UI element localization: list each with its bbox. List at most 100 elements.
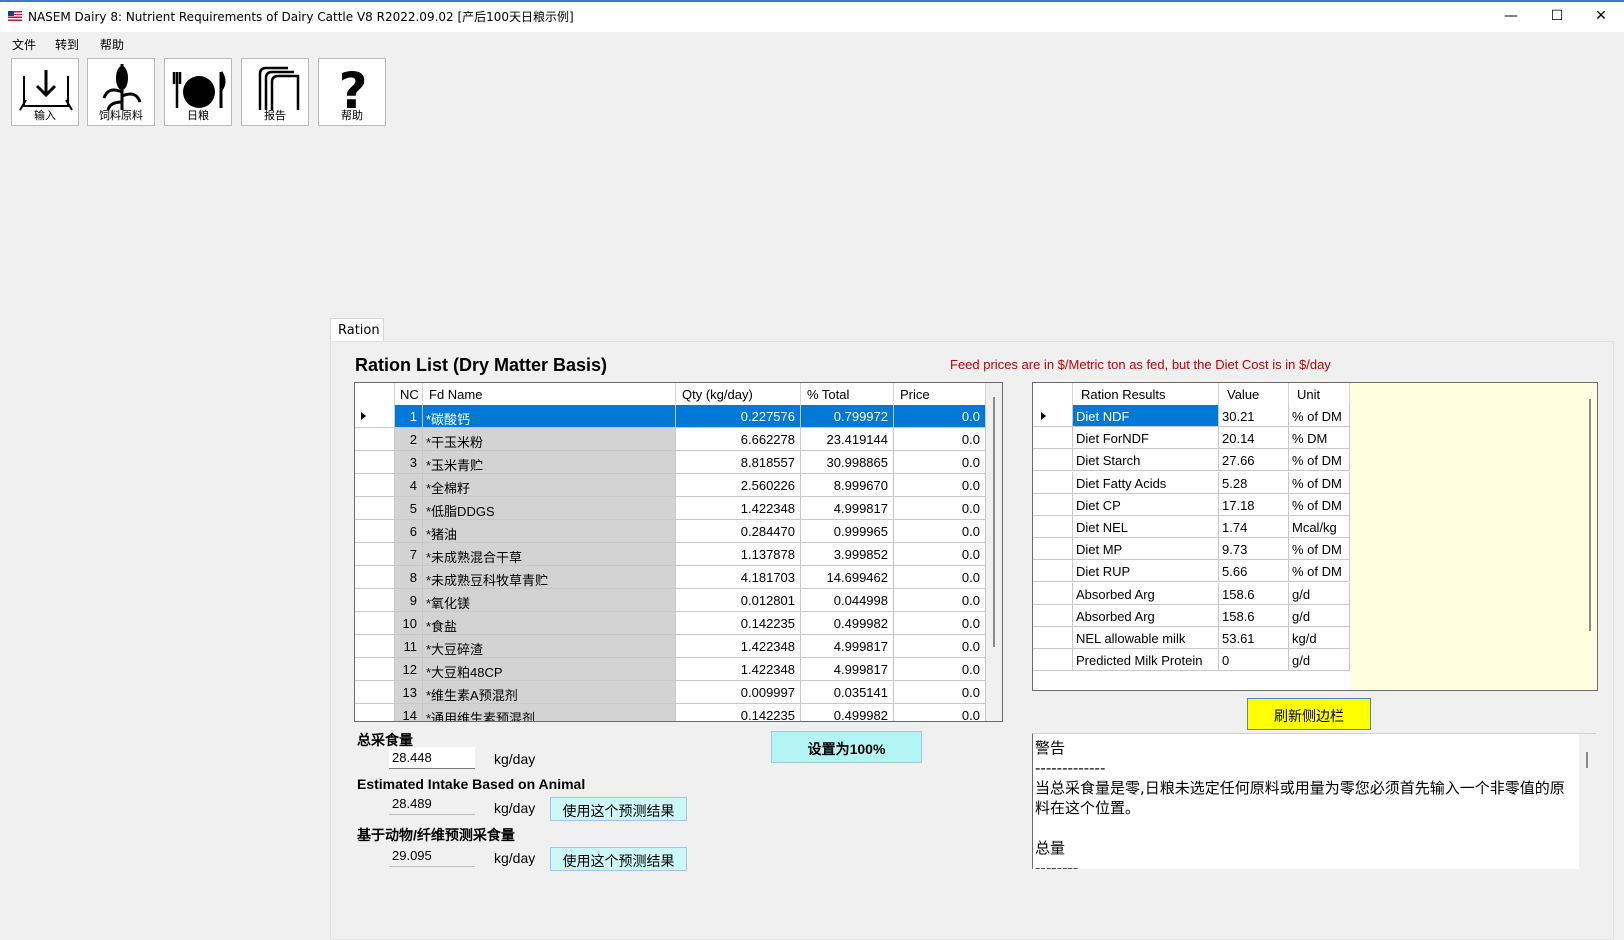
ration-cell-qty[interactable]: 1.422348	[676, 497, 801, 520]
row-header[interactable]	[1033, 582, 1073, 605]
ration-cell-pct[interactable]: 0.799972	[801, 405, 894, 428]
results-cell-name[interactable]: Predicted Milk Protein	[1073, 649, 1219, 672]
results-scrollbar-thumb[interactable]	[1589, 399, 1591, 631]
ration-cell-name[interactable]: *大豆碎渣	[423, 635, 676, 658]
results-cell-unit[interactable]: g/d	[1289, 582, 1350, 605]
ration-cell-qty[interactable]: 1.137878	[676, 543, 801, 566]
total-intake-field[interactable]: 28.448	[389, 747, 475, 769]
ration-cell-price[interactable]: 0.0	[894, 497, 986, 520]
ration-cell-qty[interactable]: 1.422348	[676, 635, 801, 658]
results-cell-value[interactable]: 17.18	[1219, 493, 1289, 516]
menu-file[interactable]: 文件	[12, 36, 36, 53]
results-cell-unit[interactable]: Mcal/kg	[1289, 516, 1350, 538]
ration-cell-pct[interactable]: 4.999817	[801, 658, 894, 681]
toolbar-help-button[interactable]: ? 帮助	[318, 58, 386, 126]
results-cell-value[interactable]: 53.61	[1219, 627, 1289, 649]
ration-cell-nc[interactable]: 8	[395, 566, 423, 589]
ration-cell-pct[interactable]: 4.999817	[801, 497, 894, 520]
row-header[interactable]	[355, 612, 395, 635]
row-header[interactable]	[1033, 604, 1073, 627]
table-row[interactable]: 6 *猪油 0.284470 0.999965 0.0	[355, 520, 1002, 543]
row-header[interactable]	[1033, 427, 1073, 450]
row-header[interactable]	[1033, 627, 1073, 649]
ration-cell-pct[interactable]: 30.998865	[801, 451, 894, 474]
ration-cell-qty[interactable]: 4.181703	[676, 566, 801, 589]
ration-cell-qty[interactable]: 0.142235	[676, 704, 801, 721]
row-header[interactable]	[355, 681, 395, 704]
set-100-percent-button[interactable]: 设置为100%	[771, 731, 922, 763]
table-row[interactable]: Diet CP 17.18% of DM	[1033, 493, 1350, 517]
results-cell-unit[interactable]: % of DM	[1289, 560, 1350, 583]
table-row[interactable]: Diet Fatty Acids 5.28% of DM	[1033, 471, 1350, 495]
results-scrollbar[interactable]	[1582, 383, 1597, 690]
row-header[interactable]	[1033, 649, 1073, 672]
ration-cell-qty[interactable]: 0.227576	[676, 405, 801, 428]
ration-col-pct[interactable]: % Total	[801, 383, 894, 405]
ration-cell-pct[interactable]: 8.999670	[801, 474, 894, 497]
ration-cell-name[interactable]: *维生素A预混剂	[423, 681, 676, 704]
table-row[interactable]: Diet NEL 1.74 Mcal/kg	[1033, 516, 1350, 539]
ration-cell-pct[interactable]: 0.499982	[801, 612, 894, 635]
row-header[interactable]	[1033, 493, 1073, 516]
table-row[interactable]: Predicted Milk Protein 0 g/d	[1033, 649, 1350, 672]
menu-help[interactable]: 帮助	[100, 36, 124, 53]
ration-cell-nc[interactable]: 9	[395, 589, 423, 612]
results-cell-unit[interactable]: % DM	[1289, 427, 1350, 450]
results-cell-unit[interactable]: % of DM	[1289, 538, 1350, 561]
ration-cell-name[interactable]: *全棉籽	[423, 474, 676, 497]
table-row[interactable]: 11 *大豆碎渣 1.422348 4.999817 0.0	[355, 635, 1002, 658]
table-row[interactable]: Diet RUP 5.66% of DM	[1033, 560, 1350, 583]
ration-cell-name[interactable]: *通用维生素预混剂	[423, 704, 676, 721]
ration-cell-qty[interactable]: 0.012801	[676, 589, 801, 612]
ration-cell-pct[interactable]: 14.699462	[801, 566, 894, 589]
warnings-scrollbar-thumb[interactable]	[1586, 752, 1588, 768]
ration-cell-name[interactable]: *干玉米粉	[423, 428, 676, 451]
ration-scrollbar-thumb[interactable]	[993, 397, 995, 647]
table-row[interactable]: 12 *大豆粕48CP 1.422348 4.999817 0.0	[355, 658, 1002, 681]
results-cell-unit[interactable]: kg/d	[1289, 627, 1350, 649]
ration-cell-pct[interactable]: 0.035141	[801, 681, 894, 704]
results-cell-unit[interactable]: % of DM	[1289, 405, 1350, 427]
table-row[interactable]: 10 *食盐 0.142235 0.499982 0.0	[355, 612, 1002, 635]
ration-cell-name[interactable]: *猪油	[423, 520, 676, 543]
ration-cell-name[interactable]: *氧化镁	[423, 589, 676, 612]
row-header[interactable]	[355, 543, 395, 566]
ration-cell-qty[interactable]: 6.662278	[676, 428, 801, 451]
ration-cell-name[interactable]: *未成熟混合干草	[423, 543, 676, 566]
ration-cell-nc[interactable]: 1	[395, 405, 423, 428]
table-row[interactable]: 4 *全棉籽 2.560226 8.999670 0.0	[355, 474, 1002, 497]
row-header[interactable]	[1033, 449, 1073, 472]
ration-cell-nc[interactable]: 10	[395, 612, 423, 635]
animal-intake-field[interactable]: 28.489	[389, 793, 475, 815]
ration-cell-name[interactable]: *碳酸钙	[423, 405, 676, 428]
ration-cell-pct[interactable]: 4.999817	[801, 635, 894, 658]
ration-cell-pct[interactable]: 23.419144	[801, 428, 894, 451]
results-cell-name[interactable]: Absorbed Arg	[1073, 582, 1219, 605]
ration-cell-name[interactable]: *未成熟豆科牧草青贮	[423, 566, 676, 589]
ration-cell-name[interactable]: *玉米青贮	[423, 451, 676, 474]
ration-cell-qty[interactable]: 8.818557	[676, 451, 801, 474]
ration-cell-qty[interactable]: 0.009997	[676, 681, 801, 704]
ration-cell-nc[interactable]: 13	[395, 681, 423, 704]
row-header[interactable]	[355, 474, 395, 497]
warnings-textbox[interactable]: 警告 ------------- 当总采食量是零,日粮未选定任何原料或用量为零您…	[1032, 733, 1596, 869]
results-cell-unit[interactable]: g/d	[1289, 604, 1350, 627]
table-row[interactable]: NEL allowable milk 53.61 kg/d	[1033, 627, 1350, 650]
ration-cell-price[interactable]: 0.0	[894, 612, 986, 635]
ration-scrollbar[interactable]	[986, 383, 1002, 721]
ration-cell-pct[interactable]: 3.999852	[801, 543, 894, 566]
row-header[interactable]	[355, 704, 395, 721]
ration-cell-price[interactable]: 0.0	[894, 589, 986, 612]
use-fiber-prediction-button[interactable]: 使用这个预测结果	[550, 847, 687, 871]
table-row[interactable]: 5 *低脂DDGS 1.422348 4.999817 0.0	[355, 497, 1002, 520]
ration-cell-nc[interactable]: 5	[395, 497, 423, 520]
ration-cell-qty[interactable]: 0.142235	[676, 612, 801, 635]
results-cell-value[interactable]: 1.74	[1219, 516, 1289, 538]
close-button[interactable]: ✕	[1578, 0, 1624, 32]
table-row[interactable]: 2 *干玉米粉 6.662278 23.419144 0.0	[355, 428, 1002, 451]
ration-cell-nc[interactable]: 4	[395, 474, 423, 497]
table-row[interactable]: Absorbed Arg 158.6 g/d	[1033, 604, 1350, 628]
results-cell-unit[interactable]: g/d	[1289, 649, 1350, 672]
results-cell-unit[interactable]: % of DM	[1289, 493, 1350, 516]
results-col-value[interactable]: Value	[1219, 383, 1289, 405]
